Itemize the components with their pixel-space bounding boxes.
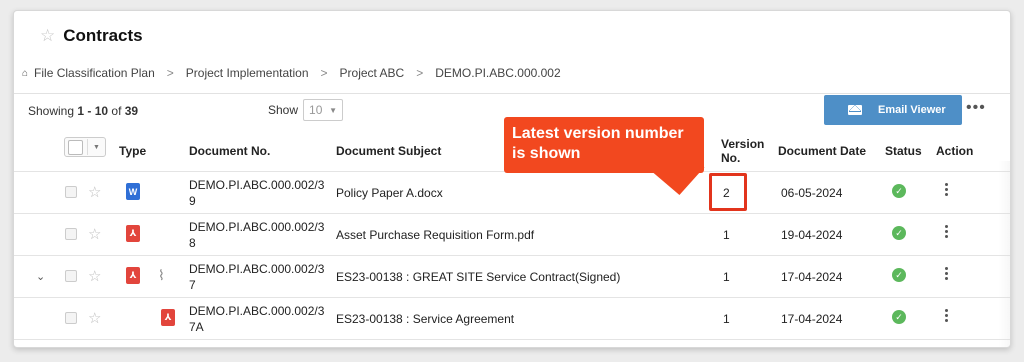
version-number: 1 — [723, 270, 730, 284]
divider — [14, 213, 1010, 214]
check-circle-icon: ✓ — [892, 268, 906, 282]
attachment-icon[interactable]: ⌇ — [158, 267, 165, 284]
home-icon[interactable]: ⌂ — [22, 68, 28, 79]
envelope-icon — [848, 105, 862, 115]
select-all-checkbox[interactable] — [68, 139, 83, 155]
document-number-line1: DEMO.PI.ABC.000.002/3 — [189, 220, 325, 234]
version-header-line2: No. — [721, 151, 741, 165]
email-viewer-button[interactable]: Email Viewer — [824, 95, 962, 125]
row-action-menu-icon[interactable] — [945, 309, 949, 322]
star-icon[interactable]: ☆ — [88, 185, 101, 200]
select-all-dropdown[interactable]: ▼ — [64, 137, 106, 157]
pagination-prefix: Showing — [28, 104, 78, 118]
page-size-control: Show 10 ▼ — [268, 99, 344, 121]
row-checkbox[interactable] — [65, 186, 77, 198]
document-date: 19-04-2024 — [781, 228, 843, 242]
caret-down-icon: ▼ — [93, 143, 100, 151]
check-circle-icon: ✓ — [892, 184, 906, 198]
annotation-callout: Latest version number is shown — [504, 117, 704, 173]
page-header: ☆ Contracts — [40, 26, 143, 46]
page-title: Contracts — [63, 26, 143, 45]
callout-line1: Latest version number — [512, 125, 684, 142]
breadcrumb-item-current: DEMO.PI.ABC.000.002 — [435, 66, 561, 80]
pagination-total: 39 — [124, 104, 139, 118]
word-file-icon: W — [126, 183, 140, 200]
document-number-line2: 7 — [189, 278, 196, 292]
page-size-label: Show — [268, 103, 299, 117]
document-number[interactable]: DEMO.PI.ABC.000.002/3 7A — [189, 303, 324, 335]
document-subject[interactable]: Asset Purchase Requisition Form.pdf — [336, 227, 534, 243]
page-size-value: 10 — [309, 103, 323, 117]
pdf-file-icon: ⅄ — [161, 309, 175, 326]
document-number-line1: DEMO.PI.ABC.000.002/3 — [189, 304, 325, 318]
breadcrumb: ⌂ File Classification Plan > Project Imp… — [22, 66, 561, 80]
more-options-icon[interactable]: ••• — [966, 99, 986, 117]
document-subject[interactable]: ES23-00138 : Service Agreement — [336, 311, 514, 327]
star-icon[interactable]: ☆ — [88, 269, 101, 284]
version-highlight-box — [709, 173, 747, 211]
breadcrumb-separator: > — [166, 66, 174, 80]
breadcrumb-separator: > — [320, 66, 328, 80]
row-checkbox[interactable] — [65, 312, 77, 324]
caret-down-icon: ▼ — [329, 105, 338, 115]
row-checkbox[interactable] — [65, 228, 77, 240]
version-header-line1: Version — [721, 137, 765, 151]
row-action-menu-icon[interactable] — [945, 267, 949, 280]
column-header-document-subject[interactable]: Document Subject — [336, 144, 441, 158]
divider — [14, 255, 1010, 256]
column-header-version[interactable]: Version No. — [721, 137, 764, 165]
column-header-action: Action — [936, 144, 974, 158]
divider — [14, 93, 1010, 94]
document-date: 06-05-2024 — [781, 186, 843, 200]
row-action-menu-icon[interactable] — [945, 225, 949, 238]
document-subject[interactable]: ES23-00138 : GREAT SITE Service Contract… — [336, 269, 620, 285]
document-number-line2: 8 — [189, 236, 196, 250]
document-subject[interactable]: Policy Paper A.docx — [336, 185, 443, 201]
edge-shadow — [999, 161, 1010, 347]
document-date: 17-04-2024 — [781, 270, 843, 284]
contracts-window: ☆ Contracts ⌂ File Classification Plan >… — [13, 10, 1011, 348]
document-number-line2: 9 — [189, 194, 196, 208]
check-circle-icon: ✓ — [892, 226, 906, 240]
column-header-status[interactable]: Status — [885, 144, 922, 158]
divider — [14, 297, 1010, 298]
pagination-summary: Showing 1 - 10 of 39 — [28, 104, 138, 118]
document-number-line1: DEMO.PI.ABC.000.002/3 — [189, 262, 325, 276]
check-circle-icon: ✓ — [892, 310, 906, 324]
pagination-of: of — [108, 104, 125, 118]
column-header-type[interactable]: Type — [119, 144, 146, 158]
pdf-file-icon: ⅄ — [126, 225, 140, 242]
divider — [14, 339, 1010, 340]
email-viewer-label: Email Viewer — [878, 104, 946, 116]
favorite-star-icon[interactable]: ☆ — [40, 26, 55, 46]
document-number-line1: DEMO.PI.ABC.000.002/3 — [189, 178, 325, 192]
pdf-file-icon: ⅄ — [126, 267, 140, 284]
column-header-document-no[interactable]: Document No. — [189, 144, 270, 158]
document-date: 17-04-2024 — [781, 312, 843, 326]
document-number-line2: 7A — [189, 320, 204, 334]
breadcrumb-item[interactable]: Project Implementation — [186, 66, 309, 80]
version-number: 1 — [723, 312, 730, 326]
document-number[interactable]: DEMO.PI.ABC.000.002/3 9 — [189, 177, 324, 209]
document-number[interactable]: DEMO.PI.ABC.000.002/3 7 — [189, 261, 324, 293]
expand-chevron-icon[interactable]: ⌄ — [36, 270, 45, 283]
version-number: 1 — [723, 228, 730, 242]
callout-line2: is shown — [512, 145, 581, 162]
row-checkbox[interactable] — [65, 270, 77, 282]
star-icon[interactable]: ☆ — [88, 311, 101, 326]
document-number[interactable]: DEMO.PI.ABC.000.002/3 8 — [189, 219, 324, 251]
page-size-select[interactable]: 10 ▼ — [303, 99, 344, 121]
row-action-menu-icon[interactable] — [945, 183, 949, 196]
pagination-range: 1 - 10 — [77, 104, 109, 118]
star-icon[interactable]: ☆ — [88, 227, 101, 242]
column-header-document-date[interactable]: Document Date — [778, 144, 866, 158]
breadcrumb-item[interactable]: File Classification Plan — [34, 66, 155, 80]
divider — [87, 139, 88, 155]
breadcrumb-separator: > — [416, 66, 424, 80]
breadcrumb-item[interactable]: Project ABC — [340, 66, 405, 80]
